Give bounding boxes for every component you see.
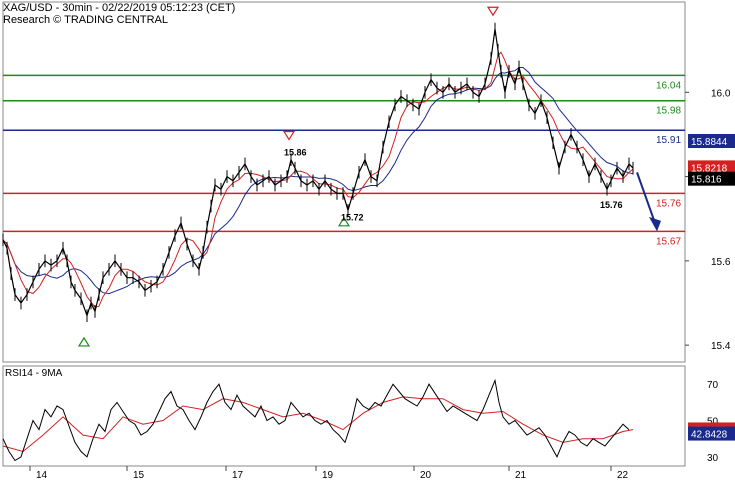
x-tick-label: 21 — [515, 470, 527, 480]
x-tick-label: 20 — [420, 470, 432, 480]
rsi-badge-text: 42.8428 — [691, 430, 728, 441]
forecast-arrow — [636, 172, 656, 224]
forecast-arrowhead-icon — [649, 216, 661, 232]
x-tick-label: 19 — [322, 470, 334, 480]
fast-ma-line — [2, 51, 634, 308]
level-label: 15.76 — [656, 198, 681, 209]
rsi-tick-label: 30 — [707, 453, 719, 464]
price-line — [2, 29, 634, 318]
price-badge-text: 15.8844 — [691, 137, 728, 148]
x-tick-label: 22 — [617, 470, 629, 480]
price-badge-text: 15.816 — [691, 175, 722, 186]
bottom-marker-icon — [77, 336, 91, 347]
price-annotation: 15.86 — [284, 147, 307, 157]
chart-title: XAG/USD - 30min - 02/22/2019 05:12:23 (C… — [3, 2, 236, 14]
source-label: Research © TRADING CENTRAL — [3, 14, 168, 26]
x-tick-label: 14 — [36, 470, 48, 480]
x-tick-label: 15 — [133, 470, 145, 480]
rsi-tick-label: 70 — [707, 380, 719, 391]
y-tick-label: 16.0 — [711, 88, 731, 99]
level-label: 15.67 — [656, 236, 681, 247]
high-marker-icon — [282, 130, 296, 141]
rsi-line — [2, 378, 630, 462]
price-panel-frame — [2, 1, 686, 363]
level-label: 15.98 — [656, 106, 681, 117]
top-marker-icon — [486, 6, 500, 17]
rsi-ma-line — [2, 396, 634, 453]
rsi-panel-frame — [2, 365, 686, 467]
price-annotation: 15.76 — [600, 200, 623, 210]
x-tick-label: 17 — [232, 470, 244, 480]
price-annotation: 15.72 — [341, 213, 364, 223]
y-tick-label: 15.6 — [711, 257, 731, 268]
level-label: 16.04 — [656, 80, 681, 91]
rsi-title: RSI14 - 9MA — [5, 368, 63, 379]
price-chart: 16.015.815.615.47050301415171920212216.0… — [2, 1, 735, 480]
y-tick-label: 15.4 — [711, 341, 731, 352]
level-label: 15.91 — [656, 135, 681, 146]
